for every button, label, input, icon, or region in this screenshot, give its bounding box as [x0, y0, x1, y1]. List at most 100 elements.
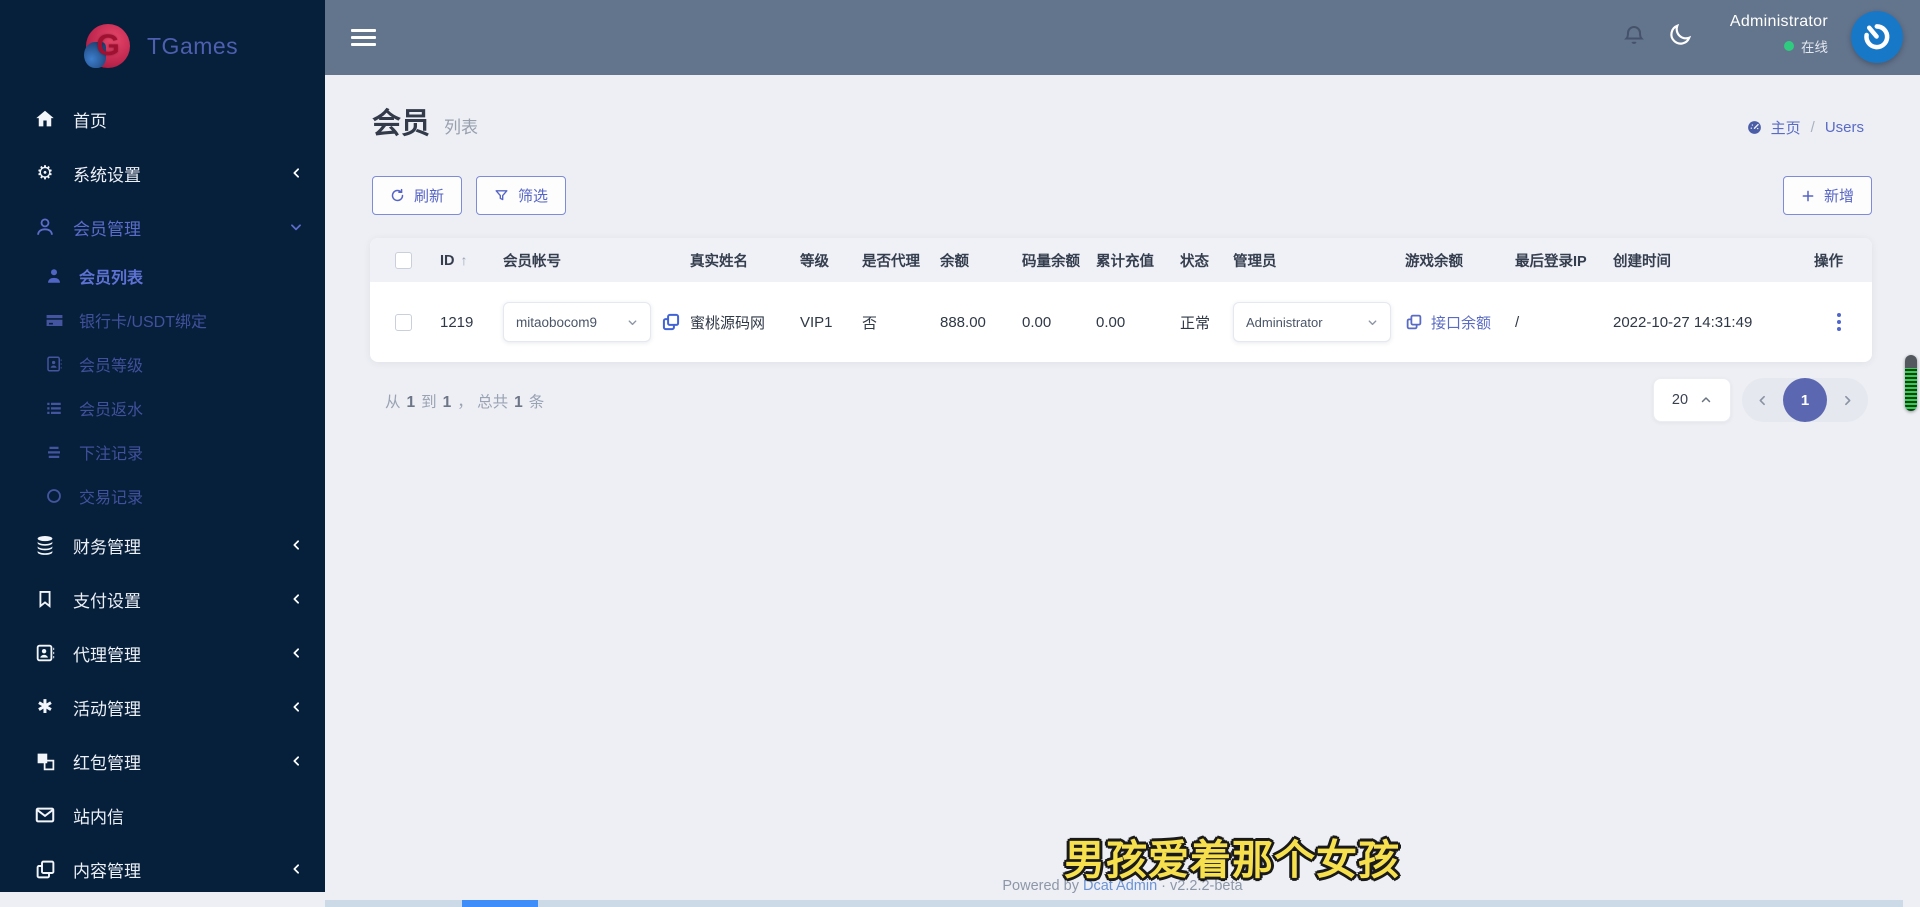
- sidebar-item-bet-records[interactable]: 下注记录: [0, 430, 325, 474]
- user-outline-icon: [33, 215, 57, 239]
- col-last-login-ip: 最后登录IP: [1515, 253, 1587, 270]
- sidebar-item-label: 会员管理: [73, 219, 141, 239]
- sidebar-item-label: 活动管理: [73, 699, 141, 719]
- chevron-left-icon: [290, 755, 303, 768]
- sidebar-item-label: 会员列表: [79, 270, 144, 287]
- cell-level: VIP1: [800, 313, 833, 331]
- sidebar-item-system-settings[interactable]: ⚙ 系统设置: [0, 146, 325, 200]
- select-all-checkbox[interactable]: [395, 251, 412, 269]
- chevron-left-icon: [290, 593, 303, 606]
- online-dot-icon: [1784, 41, 1794, 51]
- sidebar-item-payment-settings[interactable]: 支付设置: [0, 572, 325, 626]
- filter-icon: [494, 188, 509, 203]
- address-book-icon: [44, 354, 64, 374]
- sidebar-item-member-rebate[interactable]: 会员返水: [0, 386, 325, 430]
- user-solid-icon: [44, 266, 64, 286]
- sidebar-item-label: 代理管理: [73, 645, 141, 665]
- next-page-button[interactable]: [1827, 394, 1868, 407]
- col-status: 状态: [1180, 253, 1209, 270]
- sidebar-item-agent-management[interactable]: 代理管理: [0, 626, 325, 680]
- moon-icon[interactable]: [1667, 22, 1693, 48]
- sidebar-item-content-management[interactable]: 内容管理: [0, 842, 325, 892]
- page-title: 会员 列表: [372, 100, 478, 142]
- online-status-label: 在线: [1801, 40, 1828, 55]
- table-header-row: ID ↑ 会员帐号 真实姓名 等级 是否代理 余额 码量余额 累计充值 状态 管理…: [370, 238, 1872, 282]
- add-button[interactable]: 新增: [1782, 176, 1872, 215]
- horizontal-scrollbar[interactable]: [325, 900, 1903, 907]
- home-icon: [33, 107, 57, 131]
- chevron-up-icon: [1700, 394, 1712, 406]
- kebab-dots-icon[interactable]: [1837, 313, 1847, 331]
- col-is-agent: 是否代理: [862, 253, 920, 270]
- circle-icon: [44, 486, 64, 506]
- col-total-deposit: 累计充值: [1096, 253, 1154, 270]
- col-created-at: 创建时间: [1613, 253, 1671, 270]
- breadcrumb-separator: /: [1810, 119, 1815, 136]
- toolbar: 刷新 筛选: [372, 176, 567, 215]
- admin-user-menu[interactable]: Administrator 在线: [1730, 13, 1828, 56]
- envelope-icon: [33, 803, 57, 827]
- sidebar-item-bank-usdt[interactable]: 银行卡/USDT绑定: [0, 298, 325, 342]
- plus-icon: [1801, 189, 1815, 203]
- pagination-summary: 从 1 到 1， 总共 1 条: [385, 394, 545, 411]
- refresh-button[interactable]: 刷新: [372, 176, 463, 215]
- col-balance: 余额: [940, 253, 969, 270]
- admin-select[interactable]: Administrator: [1233, 302, 1391, 342]
- list-icon: [44, 398, 64, 418]
- sidebar-item-home[interactable]: 首页: [0, 92, 325, 146]
- cell-created-at: 2022-10-27 14:31:49: [1613, 313, 1753, 331]
- horizontal-scrollbar-thumb[interactable]: [462, 900, 538, 907]
- video-subtitle-overlay: 男孩爱着那个女孩: [1064, 837, 1400, 883]
- sidebar-item-member-management[interactable]: 会员管理: [0, 200, 325, 254]
- col-id[interactable]: ID ↑: [440, 252, 503, 269]
- chevron-down-icon: [627, 317, 638, 328]
- copy-icon[interactable]: [661, 312, 681, 332]
- chevron-down-icon: [289, 220, 303, 234]
- cell-balance: 888.00: [940, 313, 986, 331]
- sidebar-item-transaction-records[interactable]: 交易记录: [0, 474, 325, 518]
- app-logo[interactable]: G TGames: [0, 0, 325, 68]
- current-page-button[interactable]: 1: [1783, 378, 1827, 422]
- database-icon: [33, 533, 57, 557]
- breadcrumb-home[interactable]: 主页: [1771, 117, 1801, 138]
- address-card-icon: [33, 641, 57, 665]
- credit-card-icon: [44, 310, 64, 330]
- sidebar-item-label: 首页: [73, 111, 107, 131]
- power-avatar-icon[interactable]: [1851, 11, 1903, 63]
- admin-name: Administrator: [1729, 13, 1828, 30]
- sidebar-item-label: 交易记录: [79, 490, 144, 507]
- sidebar-item-finance-management[interactable]: 财务管理: [0, 518, 325, 572]
- row-checkbox[interactable]: [395, 313, 412, 331]
- page-title-main: 会员: [372, 108, 431, 140]
- member-account-select[interactable]: mitaobocom9: [503, 302, 651, 342]
- cell-status: 正常: [1180, 314, 1211, 332]
- bookmark-icon: [33, 587, 57, 611]
- game-balance-link[interactable]: 接口余额: [1405, 312, 1515, 333]
- sidebar-item-label: 站内信: [73, 807, 124, 827]
- sidebar-item-label: 支付设置: [73, 591, 141, 611]
- table-row: 1219 mitaobocom9 蜜桃源码网 VIP1 否 888.00 0.0…: [370, 282, 1872, 362]
- sidebar-item-label: 会员等级: [79, 358, 144, 375]
- chevron-down-icon: [1367, 317, 1378, 328]
- logo-icon: G: [84, 24, 130, 68]
- prev-page-button[interactable]: [1742, 394, 1783, 407]
- hamburger-icon[interactable]: [351, 25, 376, 50]
- refresh-icon: [390, 188, 405, 203]
- sidebar-item-member-list[interactable]: 会员列表: [0, 254, 325, 298]
- vertical-scrollbar-thumb[interactable]: [1905, 355, 1917, 411]
- col-game-balance: 游戏余额: [1405, 253, 1463, 270]
- sidebar-item-label: 会员返水: [79, 402, 144, 419]
- topbar: Administrator 在线: [325, 0, 1920, 75]
- page-size-select[interactable]: 20: [1653, 378, 1731, 422]
- filter-button[interactable]: 筛选: [476, 176, 567, 215]
- col-code-balance: 码量余额: [1022, 253, 1080, 270]
- sort-asc-icon[interactable]: ↑: [461, 252, 468, 268]
- bell-icon[interactable]: [1622, 23, 1646, 47]
- sidebar-item-label: 红包管理: [73, 753, 141, 773]
- sidebar-item-member-level[interactable]: 会员等级: [0, 342, 325, 386]
- chevron-left-icon: [290, 647, 303, 660]
- sidebar-item-site-messages[interactable]: 站内信: [0, 788, 325, 842]
- sidebar-item-activity-management[interactable]: ✱ 活动管理: [0, 680, 325, 734]
- col-admin: 管理员: [1233, 253, 1277, 270]
- sidebar-item-redpacket-management[interactable]: 红包管理: [0, 734, 325, 788]
